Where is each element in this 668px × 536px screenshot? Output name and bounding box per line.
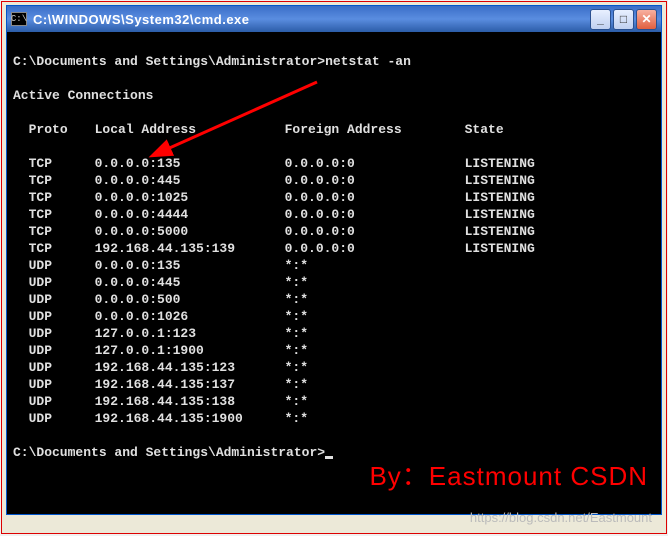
table-row: TCP0.0.0.0:1350.0.0.0:0LISTENING	[13, 155, 655, 172]
table-row: UDP0.0.0.0:445*:*	[13, 274, 655, 291]
prompt-line: C:\Documents and Settings\Administrator>	[13, 445, 325, 460]
table-row: TCP0.0.0.0:4450.0.0.0:0LISTENING	[13, 172, 655, 189]
table-row: UDP0.0.0.0:135*:*	[13, 257, 655, 274]
table-row: TCP0.0.0.0:10250.0.0.0:0LISTENING	[13, 189, 655, 206]
active-connections-label: Active Connections	[13, 88, 153, 103]
table-row: UDP127.0.0.1:1900*:*	[13, 342, 655, 359]
terminal-output[interactable]: C:\Documents and Settings\Administrator>…	[7, 32, 661, 514]
table-row: UDP192.168.44.135:137*:*	[13, 376, 655, 393]
table-row: UDP192.168.44.135:1900*:*	[13, 410, 655, 427]
source-url: https://blog.csdn.net/Eastmount	[470, 510, 652, 525]
cmd-window: C:\ C:\WINDOWS\System32\cmd.exe _ □ ✕ C:…	[6, 5, 662, 515]
titlebar[interactable]: C:\ C:\WINDOWS\System32\cmd.exe _ □ ✕	[7, 6, 661, 32]
table-row: UDP0.0.0.0:500*:*	[13, 291, 655, 308]
maximize-button[interactable]: □	[613, 9, 634, 30]
prompt-line: C:\Documents and Settings\Administrator>…	[13, 54, 411, 69]
table-row: TCP0.0.0.0:44440.0.0.0:0LISTENING	[13, 206, 655, 223]
cmd-icon: C:\	[11, 12, 27, 26]
table-row: UDP0.0.0.0:1026*:*	[13, 308, 655, 325]
watermark-text: By：Eastmount CSDN	[369, 456, 648, 493]
cursor	[325, 456, 333, 459]
table-header: ProtoLocal AddressForeign AddressState	[13, 121, 655, 138]
table-row: UDP127.0.0.1:123*:*	[13, 325, 655, 342]
table-row: UDP192.168.44.135:138*:*	[13, 393, 655, 410]
minimize-button[interactable]: _	[590, 9, 611, 30]
table-row: UDP192.168.44.135:123*:*	[13, 359, 655, 376]
table-row: TCP192.168.44.135:1390.0.0.0:0LISTENING	[13, 240, 655, 257]
table-row: TCP0.0.0.0:50000.0.0.0:0LISTENING	[13, 223, 655, 240]
close-button[interactable]: ✕	[636, 9, 657, 30]
window-title: C:\WINDOWS\System32\cmd.exe	[33, 12, 590, 27]
